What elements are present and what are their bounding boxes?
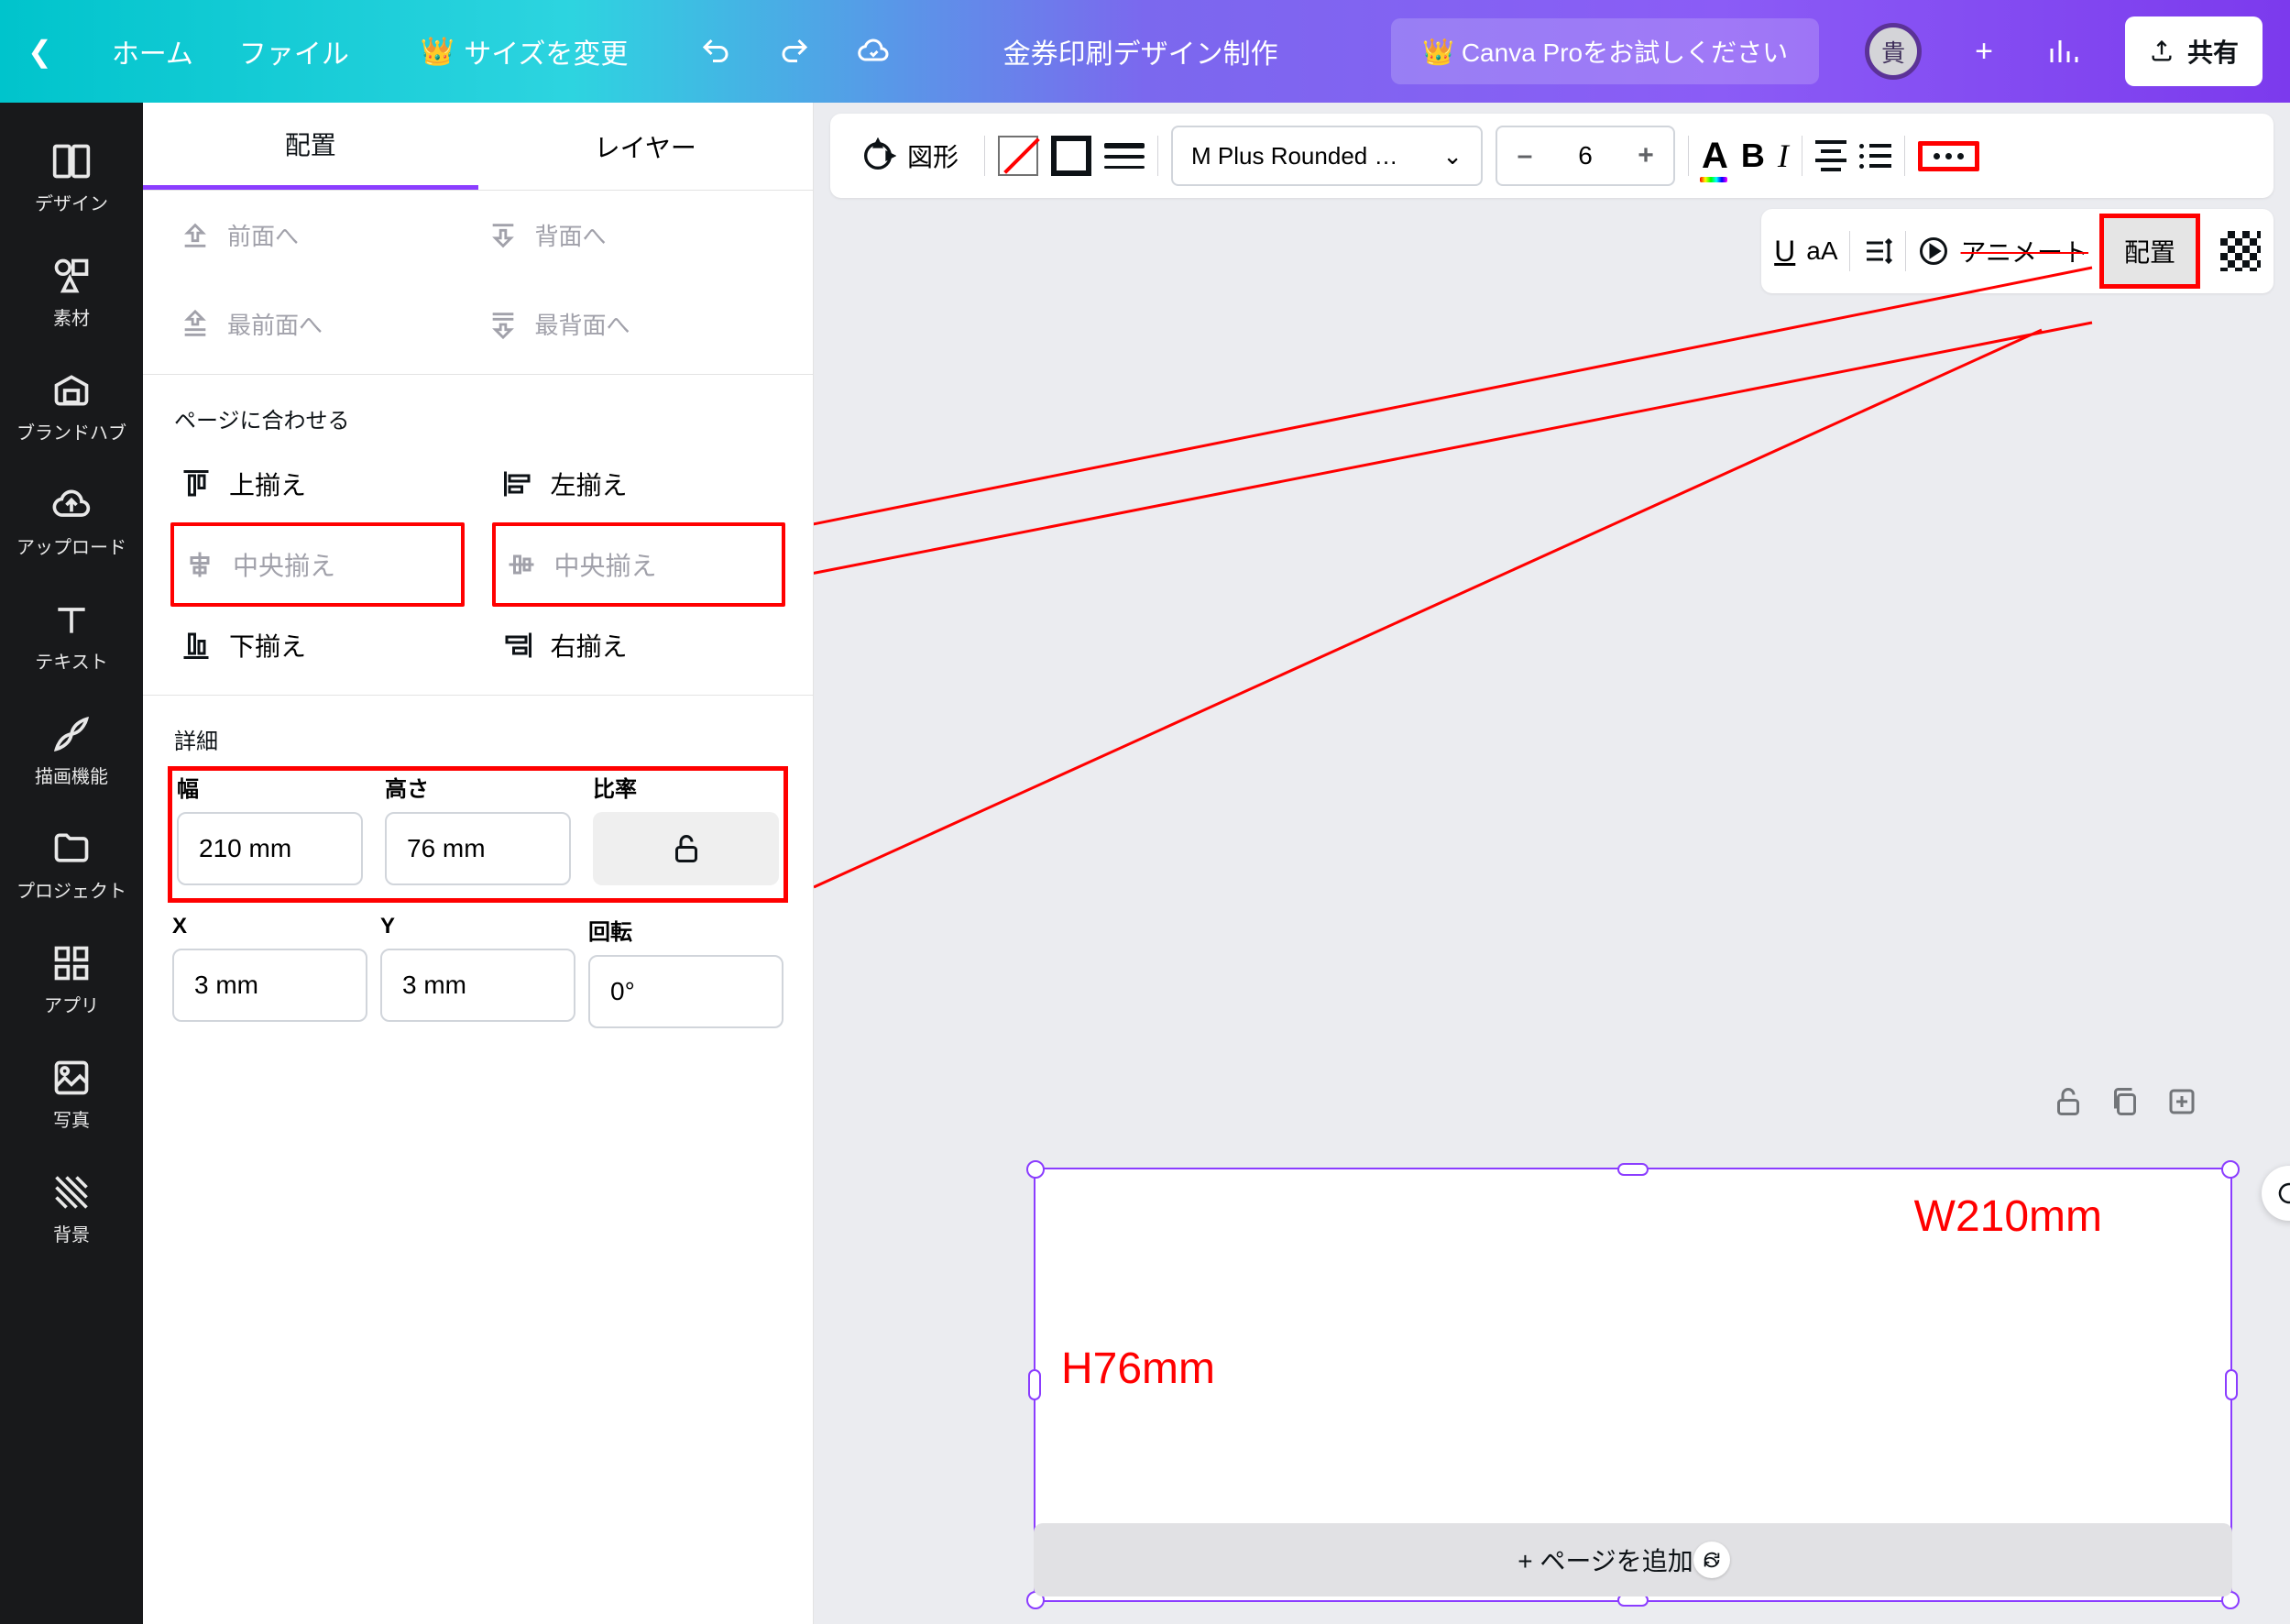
add-member-icon[interactable]: + <box>1967 34 2000 70</box>
add-page-button[interactable]: + ページを追加 <box>1034 1523 2232 1597</box>
canvas-area: 図形 M Plus Rounded …⌄ –6+ A B I U aA アニ <box>814 103 2290 1624</box>
context-toolbar-2: U aA アニメート 配置 <box>1761 209 2274 293</box>
nav-upload[interactable]: アップロード <box>0 465 143 579</box>
tab-position[interactable]: 配置 <box>143 103 478 190</box>
ratio-label: 比率 <box>593 771 779 803</box>
fill-color-button[interactable] <box>998 136 1038 176</box>
font-size-value[interactable]: 6 <box>1552 141 1618 170</box>
duplicate-page-icon[interactable] <box>2109 1085 2142 1118</box>
y-field[interactable]: 3 mm <box>380 949 575 1022</box>
edit-shape-button[interactable]: 図形 <box>847 130 971 181</box>
file-menu[interactable]: ファイル <box>239 31 349 71</box>
align-bottom-button[interactable]: 下揃え <box>170 607 465 684</box>
properties-panel: 配置 レイヤー 前面へ 背面へ 最前面へ 最背面へ ページに合わせる 上揃え 左… <box>143 103 814 1624</box>
nav-draw[interactable]: 描画機能 <box>0 694 143 808</box>
align-top-button[interactable]: 上揃え <box>170 445 465 522</box>
share-button[interactable]: 共有 <box>2125 16 2263 86</box>
tab-layer[interactable]: レイヤー <box>478 103 814 190</box>
nav-projects[interactable]: プロジェクト <box>0 808 143 923</box>
x-field[interactable]: 3 mm <box>172 949 367 1022</box>
detail-grid: 幅 210 mm 高さ 76 mm 比率 X 3 mm Y 3 mm 回転 0° <box>143 761 813 1047</box>
align-center-h-button[interactable]: 中央揃え <box>170 522 465 607</box>
cloud-sync-icon[interactable] <box>857 35 890 68</box>
width-field[interactable]: 210 mm <box>177 812 363 885</box>
send-backward-button: 背面へ <box>478 198 786 272</box>
redo-icon[interactable] <box>778 35 811 68</box>
send-back-button: 最背面へ <box>478 287 786 361</box>
try-pro-button[interactable]: 👑Canva Proをお試しください <box>1391 18 1819 84</box>
height-label: 高さ <box>385 771 571 803</box>
avatar[interactable]: 貴 <box>1865 23 1922 80</box>
font-size-stepper[interactable]: –6+ <box>1496 126 1675 186</box>
size-plus-button[interactable]: + <box>1618 140 1673 171</box>
align-right-button[interactable]: 右揃え <box>492 607 786 684</box>
align-grid: 上揃え 左揃え 中央揃え 中央揃え 下揃え 右揃え <box>143 440 813 689</box>
border-color-button[interactable] <box>1051 136 1091 176</box>
align-left-button[interactable]: 左揃え <box>492 445 786 522</box>
resize-handle-tr[interactable] <box>2221 1160 2240 1179</box>
x-label: X <box>172 914 367 939</box>
panel-tabs: 配置 レイヤー <box>143 103 813 191</box>
nav-apps[interactable]: アプリ <box>0 923 143 1037</box>
page-refresh-icon[interactable] <box>1693 1542 1730 1578</box>
resize-handle-l[interactable] <box>1028 1369 1041 1400</box>
nav-elements[interactable]: 素材 <box>0 236 143 350</box>
artboard: W210mm H76mm + ページを追加 <box>915 297 2189 1587</box>
document-title[interactable]: 金券印刷デザイン制作 <box>1003 31 1278 71</box>
bold-button[interactable]: B <box>1741 137 1765 175</box>
list-button[interactable] <box>1859 144 1891 169</box>
height-field[interactable]: 76 mm <box>385 812 571 885</box>
home-menu[interactable]: ホーム <box>112 31 193 71</box>
bring-front-button: 最前面へ <box>170 287 478 361</box>
ratio-lock-button[interactable] <box>593 812 779 885</box>
text-color-button[interactable]: A <box>1702 136 1728 177</box>
font-family-dropdown[interactable]: M Plus Rounded …⌄ <box>1171 126 1483 186</box>
rotation-field[interactable]: 0° <box>588 955 783 1028</box>
context-toolbar: 図形 M Plus Rounded …⌄ –6+ A B I <box>830 114 2274 198</box>
more-button-highlight <box>1918 141 1979 171</box>
add-page-icon[interactable] <box>2165 1085 2198 1118</box>
nav-background[interactable]: 背景 <box>0 1152 143 1267</box>
border-style-button[interactable] <box>1104 136 1145 176</box>
animate-button[interactable]: アニメート <box>1917 233 2088 269</box>
layer-order-row2: 最前面へ 最背面へ <box>143 280 813 368</box>
nav-design[interactable]: デザイン <box>0 121 143 236</box>
bring-forward-button: 前面へ <box>170 198 478 272</box>
chevron-down-icon: ⌄ <box>1442 142 1463 170</box>
resize-handle-r[interactable] <box>2225 1369 2238 1400</box>
width-annotation: W210mm <box>1914 1191 2102 1242</box>
undo-icon[interactable] <box>699 35 732 68</box>
resize-handle-t[interactable] <box>1617 1163 1649 1176</box>
left-sidebar: デザイン 素材 ブランドハブ アップロード テキスト 描画機能 プロジェクト ア… <box>0 103 143 1624</box>
transparency-button[interactable] <box>2220 231 2261 271</box>
text-align-button[interactable] <box>1815 140 1846 171</box>
page-actions <box>2052 1085 2198 1118</box>
rotate-handle[interactable] <box>2262 1166 2290 1221</box>
align-center-v-button[interactable]: 中央揃え <box>492 522 786 607</box>
detail-title: 詳細 <box>143 701 813 761</box>
analytics-icon[interactable] <box>2046 35 2079 68</box>
case-button[interactable]: aA <box>1806 236 1837 266</box>
fit-page-title: ページに合わせる <box>143 380 813 440</box>
nav-text[interactable]: テキスト <box>0 579 143 694</box>
nav-brand[interactable]: ブランドハブ <box>0 350 143 465</box>
more-options-button[interactable] <box>1934 153 1964 159</box>
position-button[interactable]: 配置 <box>2099 214 2200 289</box>
underline-button[interactable]: U <box>1774 235 1795 269</box>
resize-handle-tl[interactable] <box>1026 1160 1045 1179</box>
y-label: Y <box>380 914 575 939</box>
size-group-highlight: 幅 210 mm 高さ 76 mm 比率 <box>168 766 788 903</box>
italic-button[interactable]: I <box>1778 137 1789 175</box>
top-bar: ❮ ホーム ファイル 👑サイズを変更 金券印刷デザイン制作 👑Canva Pro… <box>0 0 2290 103</box>
layer-order-row1: 前面へ 背面へ <box>143 191 813 280</box>
back-icon[interactable]: ❮ <box>27 34 66 69</box>
spacing-button[interactable] <box>1861 235 1894 268</box>
height-annotation: H76mm <box>1061 1344 1215 1394</box>
rotation-label: 回転 <box>588 914 783 946</box>
nav-photos[interactable]: 写真 <box>0 1037 143 1152</box>
size-minus-button[interactable]: – <box>1497 140 1552 171</box>
resize-button[interactable]: 👑サイズを変更 <box>395 20 653 82</box>
lock-page-icon[interactable] <box>2052 1085 2085 1118</box>
width-label: 幅 <box>177 771 363 803</box>
